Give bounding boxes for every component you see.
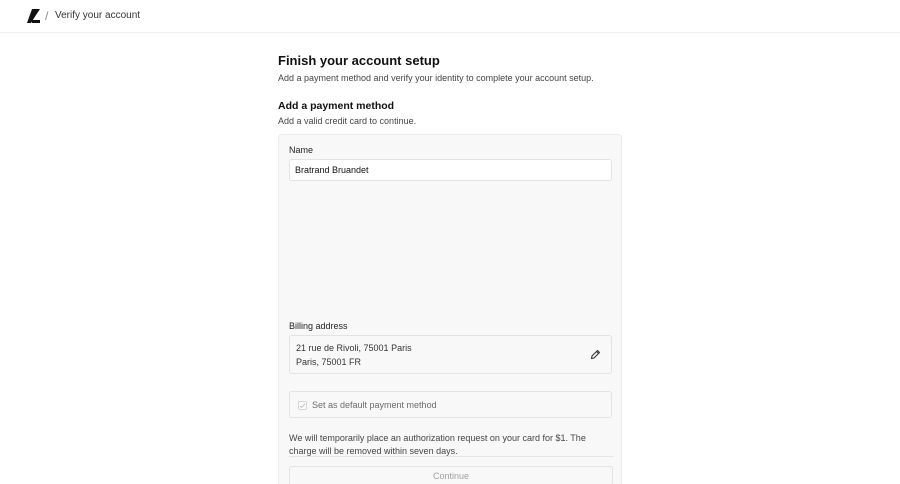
top-bar: / Verify your account — [0, 0, 900, 33]
default-payment-option[interactable]: Set as default payment method — [289, 391, 612, 418]
billing-address-label: Billing address — [289, 321, 348, 331]
name-label: Name — [289, 145, 314, 155]
divider — [289, 456, 613, 457]
breadcrumb-separator: / — [45, 9, 49, 23]
logo-icon[interactable] — [27, 9, 40, 23]
payment-form-card: Name Billing address 21 rue de Rivoli, 7… — [278, 134, 622, 484]
default-checkbox[interactable] — [298, 401, 307, 410]
continue-button[interactable]: Continue — [289, 466, 613, 484]
check-icon — [299, 403, 306, 409]
name-input[interactable] — [289, 159, 612, 181]
breadcrumb-current: Verify your account — [55, 10, 141, 21]
page-header: Finish your account setup Add a payment … — [278, 53, 623, 126]
default-checkbox-label: Set as default payment method — [312, 400, 437, 410]
section-title: Add a payment method — [278, 100, 395, 112]
section-subtitle: Add a valid credit card to continue. — [278, 116, 417, 126]
address-line-1: 21 rue de Rivoli, 75001 Paris — [296, 343, 412, 353]
billing-address-box: 21 rue de Rivoli, 75001 Paris Paris, 750… — [289, 335, 612, 374]
page-title: Finish your account setup — [278, 53, 440, 68]
authorization-note: We will temporarily place an authorizati… — [289, 433, 586, 456]
pencil-icon[interactable] — [590, 349, 601, 360]
page-subtitle: Add a payment method and verify your ide… — [278, 73, 594, 83]
address-line-2: Paris, 75001 FR — [296, 357, 362, 367]
